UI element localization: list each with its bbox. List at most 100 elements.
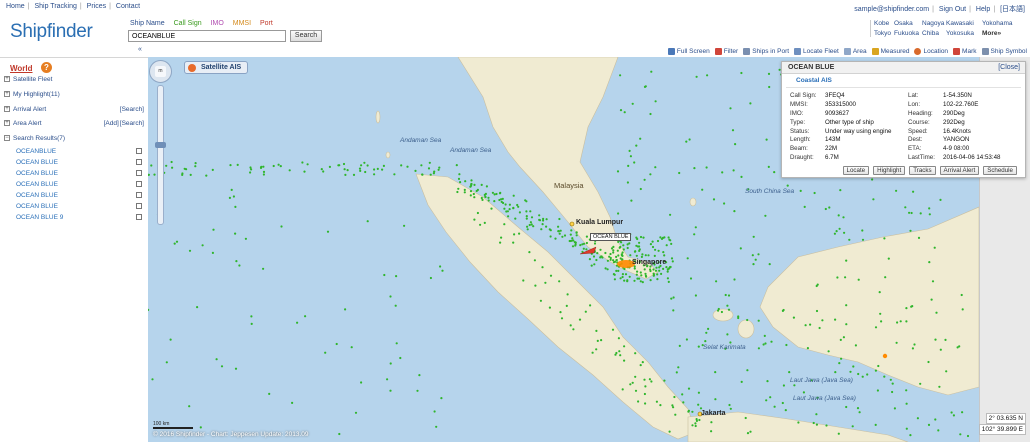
ship-marker[interactable] bbox=[414, 169, 417, 172]
nav-prices[interactable]: Prices bbox=[87, 3, 106, 10]
ship-marker[interactable] bbox=[199, 426, 202, 429]
ship-marker[interactable] bbox=[710, 430, 713, 433]
ship-marker[interactable] bbox=[455, 164, 458, 167]
ship-marker[interactable] bbox=[910, 305, 913, 308]
ship-marker[interactable] bbox=[528, 223, 531, 227]
ship-marker[interactable] bbox=[928, 213, 931, 216]
ship-marker[interactable] bbox=[845, 259, 848, 262]
ship-marker[interactable] bbox=[338, 164, 341, 167]
ship-marker[interactable] bbox=[762, 343, 765, 346]
ship-marker[interactable] bbox=[928, 261, 931, 264]
sidebar-item-search-results[interactable]: − Search Results(7) bbox=[4, 133, 144, 143]
ship-marker[interactable] bbox=[165, 361, 168, 364]
ship-marker[interactable] bbox=[931, 280, 935, 283]
ship-marker[interactable] bbox=[437, 168, 440, 171]
ship-marker[interactable] bbox=[635, 273, 638, 276]
ship-marker[interactable] bbox=[582, 242, 586, 245]
ship-marker[interactable] bbox=[512, 207, 515, 210]
ship-symbol-button[interactable]: Ship Symbol bbox=[981, 48, 1027, 55]
ship-marker[interactable] bbox=[480, 183, 483, 186]
ship-marker[interactable] bbox=[874, 326, 878, 329]
ship-marker[interactable] bbox=[236, 163, 239, 166]
ship-marker[interactable] bbox=[633, 161, 636, 164]
port-link[interactable]: Tokyo bbox=[874, 30, 894, 37]
ship-marker[interactable] bbox=[518, 232, 521, 235]
ship-marker[interactable] bbox=[619, 74, 622, 77]
ship-marker[interactable] bbox=[698, 418, 701, 422]
ship-marker[interactable] bbox=[621, 275, 624, 279]
expand-icon[interactable]: + bbox=[4, 91, 10, 97]
ship-marker[interactable] bbox=[529, 210, 532, 213]
ship-marker[interactable] bbox=[418, 374, 421, 377]
ship-marker[interactable] bbox=[895, 189, 898, 192]
ship-marker[interactable] bbox=[804, 324, 807, 327]
ship-marker[interactable] bbox=[595, 329, 598, 332]
search-result-item[interactable]: OCEANBLUE bbox=[16, 146, 142, 156]
ship-marker[interactable] bbox=[578, 318, 582, 321]
ship-marker[interactable] bbox=[919, 212, 922, 215]
ship-marker[interactable] bbox=[593, 242, 597, 245]
ship-marker[interactable] bbox=[346, 169, 349, 172]
ship-marker[interactable] bbox=[291, 401, 294, 404]
ship-marker[interactable] bbox=[615, 255, 618, 258]
ship-marker[interactable] bbox=[623, 279, 626, 282]
ship-marker[interactable] bbox=[272, 164, 275, 168]
ship-marker[interactable] bbox=[904, 206, 907, 209]
ship-marker[interactable] bbox=[621, 273, 624, 276]
search-type-imo[interactable]: IMO bbox=[211, 20, 224, 27]
ship-marker[interactable] bbox=[861, 238, 865, 241]
ship-marker[interactable] bbox=[513, 233, 516, 236]
sidebar-item-arrival-alert[interactable]: + Arrival Alert [Search] bbox=[4, 104, 144, 114]
ship-marker[interactable] bbox=[320, 168, 323, 171]
ship-marker[interactable] bbox=[165, 164, 168, 167]
ship-marker[interactable] bbox=[572, 328, 575, 331]
ship-marker[interactable] bbox=[626, 243, 629, 246]
ship-marker[interactable] bbox=[322, 170, 325, 173]
ship-marker[interactable] bbox=[633, 267, 636, 270]
ship-marker[interactable] bbox=[640, 255, 643, 258]
ship-marker[interactable] bbox=[575, 231, 578, 234]
ship-marker[interactable] bbox=[764, 342, 767, 345]
ship-marker[interactable] bbox=[612, 249, 615, 252]
ship-marker[interactable] bbox=[643, 178, 646, 181]
ship-marker[interactable] bbox=[701, 188, 704, 191]
arrival-alert-button[interactable]: Arrival Alert bbox=[939, 166, 980, 175]
ship-marker[interactable] bbox=[573, 241, 576, 244]
ship-marker[interactable] bbox=[476, 211, 479, 215]
ship-marker[interactable] bbox=[540, 228, 543, 231]
ship-marker[interactable] bbox=[250, 315, 253, 318]
ship-marker[interactable] bbox=[712, 198, 716, 201]
ship-marker[interactable] bbox=[815, 284, 818, 288]
ship-marker[interactable] bbox=[499, 241, 502, 244]
ship-marker[interactable] bbox=[884, 276, 887, 279]
ship-marker[interactable] bbox=[654, 166, 657, 169]
ship-marker[interactable] bbox=[606, 259, 609, 262]
ship-marker[interactable] bbox=[768, 85, 771, 89]
ship-marker[interactable] bbox=[644, 402, 647, 405]
ship-name-tag[interactable]: OCEAN BLUE bbox=[590, 233, 632, 241]
ship-marker[interactable] bbox=[525, 210, 528, 213]
ship-marker[interactable] bbox=[654, 100, 657, 103]
ship-marker[interactable] bbox=[705, 331, 708, 334]
ship-marker[interactable] bbox=[228, 196, 231, 199]
ship-marker[interactable] bbox=[399, 356, 402, 360]
zoom-slider-handle[interactable] bbox=[155, 142, 166, 148]
ship-marker[interactable] bbox=[516, 203, 519, 207]
ship-marker[interactable] bbox=[643, 268, 646, 271]
ship-marker[interactable] bbox=[626, 181, 629, 184]
ship-marker[interactable] bbox=[506, 210, 509, 213]
ship-marker[interactable] bbox=[714, 371, 717, 374]
search-result-item[interactable]: OCEAN BLUE 9 bbox=[16, 212, 142, 222]
ship-marker[interactable] bbox=[545, 218, 548, 221]
zoom-slider[interactable] bbox=[157, 85, 164, 225]
ship-marker[interactable] bbox=[617, 240, 620, 243]
ship-marker[interactable] bbox=[746, 318, 749, 322]
ship-marker[interactable] bbox=[878, 291, 881, 294]
ship-marker[interactable] bbox=[559, 311, 562, 314]
ship-marker[interactable] bbox=[196, 306, 199, 309]
highlight-button[interactable]: Highlight bbox=[873, 166, 906, 175]
ship-marker[interactable] bbox=[757, 253, 760, 256]
ship-marker[interactable] bbox=[575, 234, 578, 237]
ship-marker[interactable] bbox=[652, 268, 655, 271]
ship-marker[interactable] bbox=[693, 233, 696, 236]
